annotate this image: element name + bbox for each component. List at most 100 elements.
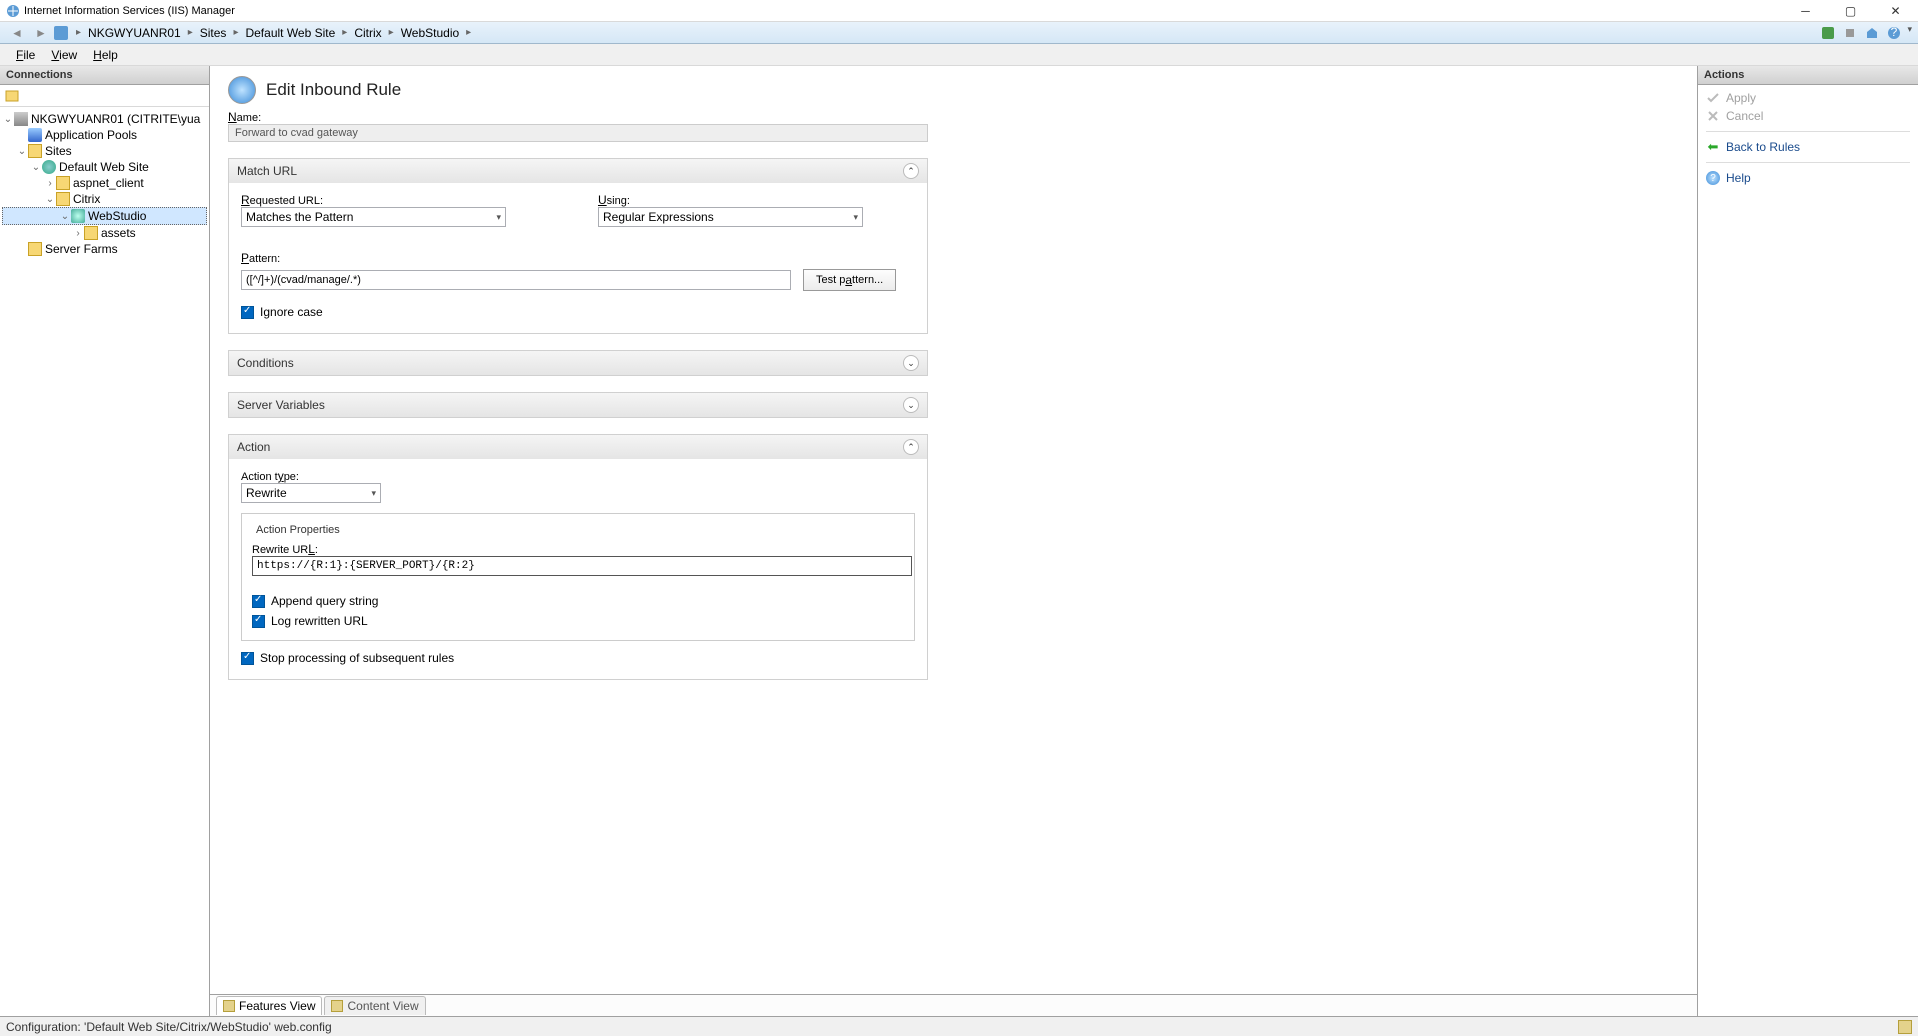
tab-features-view[interactable]: Features View — [216, 996, 322, 1015]
using-select[interactable]: Regular Expressions▾ — [598, 207, 863, 227]
log-rewritten-checkbox[interactable] — [252, 615, 265, 628]
expander-icon[interactable]: ⌄ — [16, 146, 28, 157]
connect-icon[interactable] — [4, 88, 20, 104]
content-tabs: Features View Content View — [210, 994, 1697, 1016]
folder-icon — [56, 176, 70, 190]
ignore-case-checkbox[interactable] — [241, 306, 254, 319]
append-query-label: Append query string — [271, 594, 378, 608]
expander-icon[interactable]: ⌄ — [2, 114, 14, 125]
tree-sites[interactable]: Sites — [45, 144, 72, 158]
svg-text:?: ? — [1891, 26, 1898, 39]
tree-server-node[interactable]: NKGWYUANR01 (CITRITE\yua — [31, 112, 200, 126]
globe-icon — [42, 160, 56, 174]
using-label: Using: — [598, 193, 915, 207]
expander-icon[interactable]: ⌄ — [30, 162, 42, 173]
menu-help[interactable]: Help — [85, 46, 126, 64]
breadcrumb-item[interactable]: Sites — [197, 25, 230, 41]
section-conditions: Conditions ⌄ — [228, 350, 928, 376]
test-pattern-button[interactable]: Test pattern... — [803, 269, 896, 291]
webapp-icon — [71, 209, 85, 223]
breadcrumb-item[interactable]: Citrix — [351, 25, 384, 41]
status-config-icon — [1898, 1020, 1912, 1034]
cancel-icon — [1706, 109, 1720, 123]
breadcrumb-item[interactable]: NKGWYUANR01 — [85, 25, 184, 41]
section-match-url-header: Match URL — [237, 164, 297, 178]
section-action: Action ⌃ Action type: Rewrite▾ Action Pr… — [228, 434, 928, 680]
action-properties-label: Action Properties — [252, 524, 344, 536]
menu-file[interactable]: File — [8, 46, 43, 64]
folder-icon — [28, 242, 42, 256]
app-icon — [6, 4, 20, 18]
apply-icon — [1706, 91, 1720, 105]
folder-icon — [84, 226, 98, 240]
home-icon[interactable] — [1863, 24, 1881, 42]
log-rewritten-label: Log rewritten URL — [271, 614, 368, 628]
content-area: Edit Inbound Rule Name: Forward to cvad … — [210, 66, 1698, 1016]
section-conditions-header: Conditions — [237, 356, 294, 370]
features-view-icon — [223, 1000, 235, 1012]
rewrite-url-label: Rewrite URL: — [252, 542, 904, 556]
expand-icon[interactable]: ⌄ — [903, 355, 919, 371]
status-bar: Configuration: 'Default Web Site/Citrix/… — [0, 1016, 1918, 1036]
window-titlebar: Internet Information Services (IIS) Mana… — [0, 0, 1918, 22]
help-icon: ? — [1706, 171, 1720, 185]
tree-server-farms[interactable]: Server Farms — [45, 242, 118, 256]
stop-icon[interactable] — [1841, 24, 1859, 42]
expand-icon[interactable]: ⌄ — [903, 397, 919, 413]
expander-icon[interactable]: › — [44, 178, 56, 189]
expander-icon[interactable]: › — [72, 228, 84, 239]
requested-url-select[interactable]: Matches the Pattern▾ — [241, 207, 506, 227]
action-properties-group: Action Properties Rewrite URL: Append qu… — [241, 513, 915, 641]
collapse-icon[interactable]: ⌃ — [903, 439, 919, 455]
content-view-icon — [331, 1000, 343, 1012]
action-apply: Apply — [1706, 89, 1910, 107]
stop-processing-label: Stop processing of subsequent rules — [260, 651, 454, 665]
action-help[interactable]: ? Help — [1706, 169, 1910, 187]
menu-view[interactable]: View — [43, 46, 85, 64]
tree-webstudio[interactable]: WebStudio — [88, 209, 146, 223]
pattern-input[interactable] — [241, 270, 791, 290]
section-match-url: Match URL ⌃ Requested URL: Matches the P… — [228, 158, 928, 334]
connections-panel: Connections ⌄ NKGWYUANR01 (CITRITE\yua A… — [0, 66, 210, 1016]
close-button[interactable]: ✕ — [1873, 0, 1918, 22]
menu-bar: File View Help — [0, 44, 1918, 66]
tree-assets[interactable]: assets — [101, 226, 136, 240]
window-title: Internet Information Services (IIS) Mana… — [24, 5, 1783, 17]
tree-aspnet-client[interactable]: aspnet_client — [73, 176, 144, 190]
section-action-header: Action — [237, 440, 270, 454]
help-toolbar-icon[interactable]: ? — [1885, 24, 1903, 42]
rewrite-url-input[interactable] — [252, 556, 912, 576]
tree-app-pools[interactable]: Application Pools — [45, 128, 137, 142]
expander-icon[interactable]: ⌄ — [44, 194, 56, 205]
app-pools-icon — [28, 128, 42, 142]
minimize-button[interactable]: ─ — [1783, 0, 1828, 22]
breadcrumb-item[interactable]: Default Web Site — [242, 25, 338, 41]
actions-panel: Actions Apply Cancel ⬅ Back to Rules ? H… — [1698, 66, 1918, 1016]
append-query-checkbox[interactable] — [252, 595, 265, 608]
maximize-button[interactable]: ▢ — [1828, 0, 1873, 22]
tree-default-site[interactable]: Default Web Site — [59, 160, 149, 174]
collapse-icon[interactable]: ⌃ — [903, 163, 919, 179]
breadcrumb-item[interactable]: WebStudio — [398, 25, 462, 41]
nav-forward-button: ► — [30, 24, 52, 42]
stop-processing-checkbox[interactable] — [241, 652, 254, 665]
server-icon — [14, 112, 28, 126]
actions-header: Actions — [1698, 66, 1918, 85]
tree-citrix[interactable]: Citrix — [73, 192, 100, 206]
folder-icon — [28, 144, 42, 158]
action-type-select[interactable]: Rewrite▾ — [241, 483, 381, 503]
section-server-vars-header: Server Variables — [237, 398, 325, 412]
page-title: Edit Inbound Rule — [266, 80, 401, 100]
ignore-case-label: Ignore case — [260, 305, 323, 319]
address-bar: ◄ ► ▸ NKGWYUANR01 ▸ Sites ▸ Default Web … — [0, 22, 1918, 44]
connections-tree: ⌄ NKGWYUANR01 (CITRITE\yua Application P… — [0, 107, 209, 1016]
action-type-label: Action type: — [241, 469, 915, 483]
folder-icon — [56, 192, 70, 206]
nav-back-button: ◄ — [6, 24, 28, 42]
tab-content-view[interactable]: Content View — [324, 996, 425, 1015]
name-label: Name: — [228, 110, 1679, 124]
expander-icon[interactable]: ⌄ — [59, 211, 71, 222]
breadcrumb-root-icon — [54, 26, 68, 40]
refresh-all-icon[interactable] — [1819, 24, 1837, 42]
action-back-to-rules[interactable]: ⬅ Back to Rules — [1706, 138, 1910, 156]
